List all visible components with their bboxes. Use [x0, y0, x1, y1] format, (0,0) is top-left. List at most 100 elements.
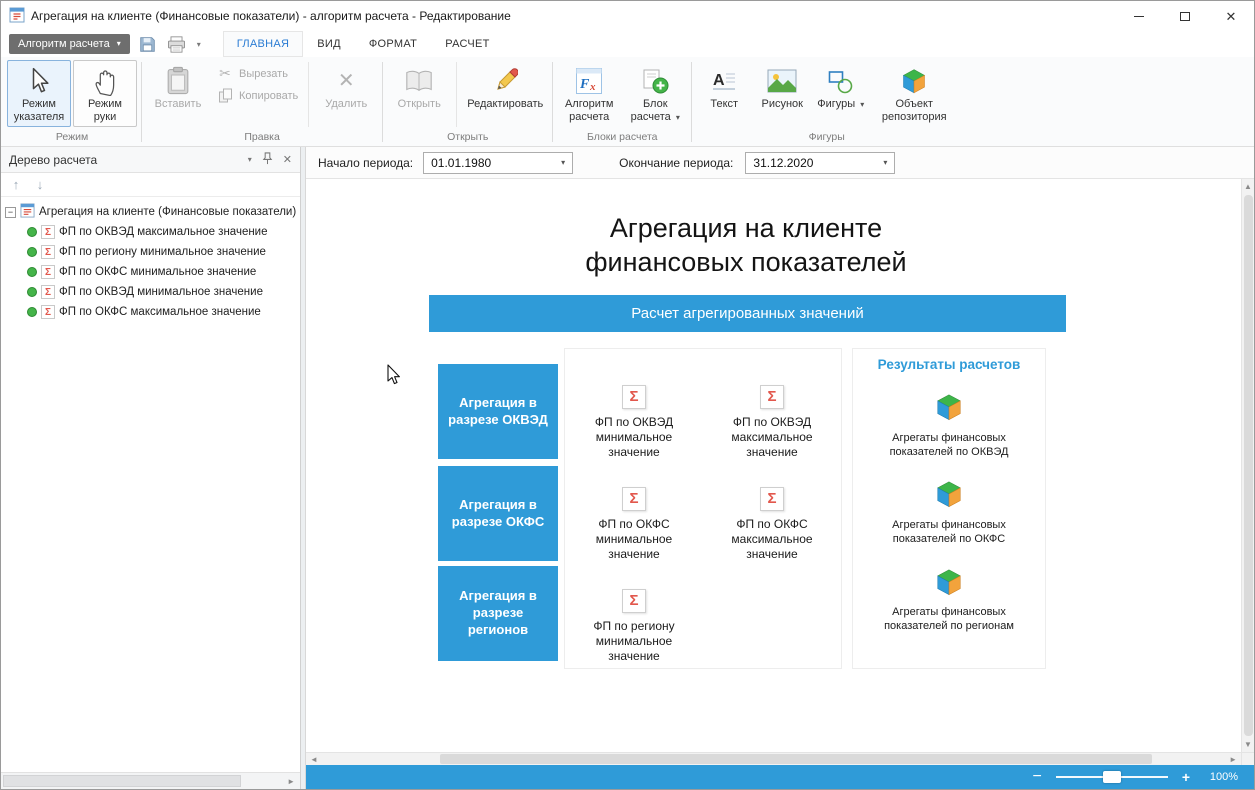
- calc-block-label: ФП по ОКВЭД минимальное значение: [575, 415, 693, 460]
- scrollbar-thumb[interactable]: [440, 754, 1152, 764]
- result-item-label: Агрегаты финансовых показателей по ОКФС: [873, 519, 1025, 547]
- diagram-title-line2: финансовых показателей: [306, 245, 1186, 279]
- category-box-okved[interactable]: Агрегация в разрезе ОКВЭД: [438, 364, 558, 459]
- zoom-slider[interactable]: [1056, 776, 1168, 778]
- tree-hscrollbar[interactable]: ►: [1, 772, 300, 789]
- close-icon: ✕: [1226, 10, 1237, 23]
- svg-text:A: A: [713, 72, 725, 89]
- quick-access-dropdown[interactable]: ▾: [195, 40, 203, 49]
- ribbon-group-shapes: A Текст Рисунок Фигуры ▾: [692, 58, 961, 146]
- tree-root[interactable]: − Агрегация на клиенте (Финансовые показ…: [3, 202, 298, 222]
- diagram-title[interactable]: Агрегация на клиенте финансовых показате…: [306, 211, 1186, 279]
- minimize-button[interactable]: [1116, 1, 1162, 31]
- tree-root-label: Агрегация на клиенте (Финансовые показат…: [39, 206, 296, 218]
- move-down-button[interactable]: ↓: [29, 175, 51, 195]
- vertical-scrollbar[interactable]: ▲ ▼: [1241, 179, 1254, 752]
- calc-block-button[interactable]: Блок расчета ▾: [623, 60, 687, 127]
- calc-block-label: ФП по ОКФС максимальное значение: [713, 517, 831, 562]
- horizontal-scrollbar[interactable]: ◄ ►: [306, 752, 1254, 765]
- edit-button[interactable]: Редактировать: [462, 60, 548, 114]
- pin-icon[interactable]: [262, 152, 273, 168]
- tree-item[interactable]: Σ ФП по региону минимальное значение: [3, 242, 298, 262]
- scroll-left-icon[interactable]: ◄: [306, 755, 322, 764]
- sigma-icon: Σ: [41, 265, 55, 279]
- open-button[interactable]: Открыть: [387, 60, 451, 114]
- scroll-up-icon[interactable]: ▲: [1244, 179, 1252, 194]
- ribbon-group-label: Правка: [146, 129, 378, 146]
- category-box-regions[interactable]: Агрегация в разрезе регионов: [438, 566, 558, 661]
- calc-block-label: ФП по региону минимальное значение: [575, 619, 693, 664]
- panel-menu-icon[interactable]: ▾: [248, 155, 252, 164]
- maximize-icon: [1180, 12, 1190, 21]
- zoom-in-button[interactable]: +: [1182, 770, 1190, 784]
- save-button[interactable]: [137, 33, 159, 55]
- tree-item-label: ФП по ОКФС максимальное значение: [59, 306, 261, 318]
- calc-algorithm-label: Алгоритм расчета: [562, 98, 616, 124]
- status-dot-icon: [27, 227, 37, 237]
- period-start-value: 01.01.1980: [431, 156, 491, 170]
- calc-block[interactable]: Σ ФП по ОКФС максимальное значение: [713, 487, 831, 589]
- maximize-button[interactable]: [1162, 1, 1208, 31]
- tree-item[interactable]: Σ ФП по ОКФС минимальное значение: [3, 262, 298, 282]
- scroll-down-icon[interactable]: ▼: [1244, 737, 1252, 752]
- hand-mode-button[interactable]: Режим руки: [73, 60, 137, 127]
- window-title: Агрегация на клиенте (Финансовые показат…: [31, 9, 511, 23]
- figures-button[interactable]: Фигуры ▾: [812, 60, 869, 114]
- text-icon: A: [711, 64, 737, 98]
- tree-item[interactable]: Σ ФП по ОКВЭД минимальное значение: [3, 282, 298, 302]
- calc-block[interactable]: Σ ФП по ОКФС минимальное значение: [575, 487, 693, 589]
- tree-item-label: ФП по ОКВЭД максимальное значение: [59, 226, 268, 238]
- tab-glavnaya[interactable]: ГЛАВНАЯ: [223, 31, 304, 57]
- scrollbar-track[interactable]: [322, 753, 1225, 765]
- period-end-input[interactable]: 31.12.2020 ▾: [745, 152, 895, 174]
- delete-button[interactable]: ✕ Удалить: [314, 60, 378, 114]
- algorithm-menu-button[interactable]: Алгоритм расчета ▾: [9, 34, 130, 54]
- paste-label: Вставить: [155, 98, 202, 111]
- arrow-up-icon: ↑: [13, 177, 20, 192]
- tree-item[interactable]: Σ ФП по ОКВЭД максимальное значение: [3, 222, 298, 242]
- scrollbar-thumb[interactable]: [3, 775, 241, 787]
- zoom-slider-thumb[interactable]: [1103, 771, 1121, 783]
- tab-vid[interactable]: ВИД: [303, 31, 355, 57]
- calc-algorithm-button[interactable]: Fx Алгоритм расчета: [557, 60, 621, 127]
- diagram-title-line1: Агрегация на клиенте: [306, 211, 1186, 245]
- copy-button[interactable]: Копировать: [212, 85, 303, 106]
- tab-raschet[interactable]: РАСЧЕТ: [431, 31, 503, 57]
- flow-header[interactable]: Расчет агрегированных значений: [429, 295, 1066, 332]
- scrollbar-thumb[interactable]: [1244, 195, 1253, 736]
- tree-item[interactable]: Σ ФП по ОКФС максимальное значение: [3, 302, 298, 322]
- picture-button[interactable]: Рисунок: [754, 60, 810, 114]
- print-button[interactable]: [166, 33, 188, 55]
- category-box-okfs[interactable]: Агрегация в разрезе ОКФС: [438, 466, 558, 561]
- period-bar: Начало периода: 01.01.1980 ▾ Окончание п…: [306, 147, 1254, 179]
- result-item[interactable]: Агрегаты финансовых показателей по регио…: [873, 567, 1025, 634]
- result-item[interactable]: Агрегаты финансовых показателей по ОКФС: [873, 479, 1025, 546]
- close-button[interactable]: ✕: [1208, 1, 1254, 31]
- calc-block[interactable]: Σ ФП по региону минимальное значение: [575, 589, 693, 691]
- ribbon-tabs: ГЛАВНАЯ ВИД ФОРМАТ РАСЧЕТ: [223, 31, 504, 57]
- ribbon-group-label: Режим: [7, 129, 137, 146]
- chevron-down-icon: ▾: [117, 40, 121, 48]
- cut-button[interactable]: ✂ Вырезать: [212, 63, 303, 84]
- scroll-right-icon[interactable]: ►: [284, 777, 298, 786]
- move-up-button[interactable]: ↑: [5, 175, 27, 195]
- tab-format[interactable]: ФОРМАТ: [355, 31, 431, 57]
- quick-access-toolbar: Алгоритм расчета ▾ ▾: [1, 33, 209, 55]
- text-label: Текст: [710, 98, 738, 111]
- scroll-right-icon[interactable]: ►: [1225, 755, 1241, 764]
- period-start-input[interactable]: 01.01.1980 ▾: [423, 152, 573, 174]
- text-button[interactable]: A Текст: [696, 60, 752, 114]
- repository-cube-icon: [934, 567, 964, 602]
- paste-button[interactable]: Вставить: [146, 60, 210, 114]
- diagram-canvas[interactable]: Агрегация на клиенте финансовых показате…: [306, 179, 1241, 752]
- repository-object-button[interactable]: Объект репозитория: [871, 60, 957, 127]
- calc-block[interactable]: Σ ФП по ОКВЭД максимальное значение: [713, 385, 831, 487]
- pointer-mode-button[interactable]: Режим указателя: [7, 60, 71, 127]
- collapse-icon[interactable]: −: [5, 207, 16, 218]
- result-item[interactable]: Агрегаты финансовых показателей по ОКВЭД: [873, 392, 1025, 459]
- calc-block[interactable]: Σ ФП по ОКВЭД минимальное значение: [575, 385, 693, 487]
- panel-close-icon[interactable]: ✕: [283, 153, 292, 166]
- zoom-out-button[interactable]: −: [1032, 769, 1041, 785]
- fx-icon: Fx: [575, 64, 603, 98]
- results-title: Результаты расчетов: [878, 357, 1021, 372]
